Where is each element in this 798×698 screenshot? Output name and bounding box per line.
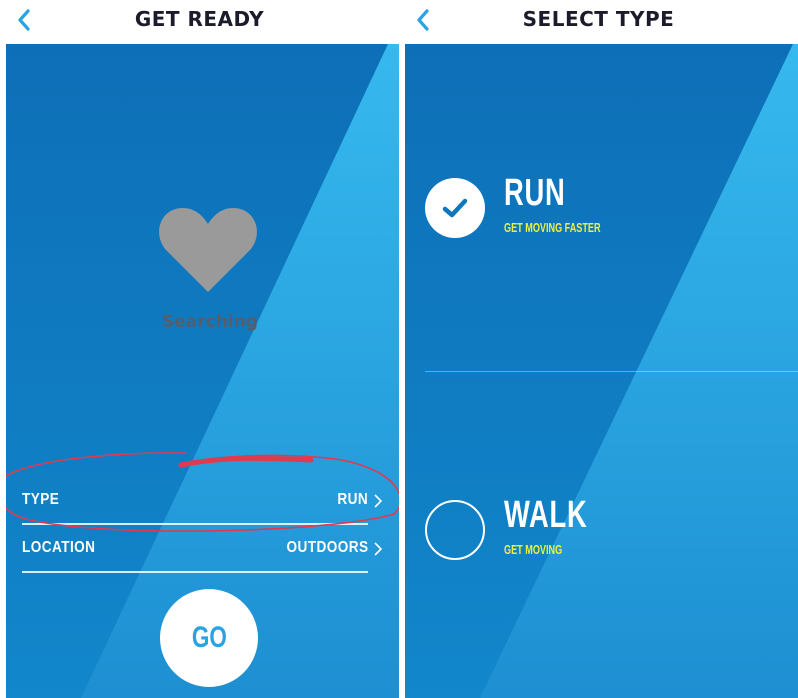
page-title: GET READY [134,7,265,31]
go-button[interactable]: GO [160,589,258,687]
back-button[interactable] [407,4,439,36]
chevron-left-icon [417,9,429,31]
content-panel: RUN GET MOVING FASTER WALK GET MOVING [405,44,798,698]
location-value: OUTDOORS [286,539,368,556]
option-subtitle: GET MOVING FASTER [504,220,601,235]
chevron-right-icon [374,494,383,508]
header: GET READY [0,0,399,44]
option-run[interactable]: RUN GET MOVING FASTER [419,172,739,264]
location-label: LOCATION [22,539,96,556]
type-row[interactable]: TYPE RUN [22,477,368,525]
get-ready-screen: GET READY Searching TYPE RUN LOCATION OU… [0,0,399,698]
option-subtitle: GET MOVING [504,542,563,557]
divider [425,371,798,372]
checkmark-icon [442,198,468,218]
option-walk[interactable]: WALK GET MOVING [419,494,739,586]
type-label: TYPE [22,491,60,508]
chevron-right-icon [374,542,383,556]
header: SELECT TYPE [399,0,798,44]
location-row[interactable]: LOCATION OUTDOORS [22,525,368,573]
option-title: RUN [504,172,566,214]
select-type-screen: SELECT TYPE RUN GET MOVING FASTER WALK G… [399,0,798,698]
back-button[interactable] [8,4,40,36]
type-value: RUN [337,491,368,508]
go-label: GO [191,621,227,654]
content-panel: Searching TYPE RUN LOCATION OUTDOORS GO [6,44,399,698]
radio-selected[interactable] [425,178,485,238]
page-title: SELECT TYPE [522,7,675,31]
option-title: WALK [504,494,588,536]
status-text: Searching [162,312,258,332]
heart-icon [159,208,257,292]
chevron-left-icon [18,9,30,31]
radio-unselected[interactable] [425,500,485,560]
